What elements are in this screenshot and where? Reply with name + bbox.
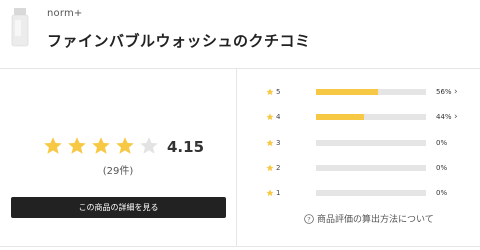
star-icon bbox=[266, 189, 274, 197]
distribution-star-label: 5 bbox=[276, 88, 281, 96]
star-empty-icon bbox=[140, 137, 158, 154]
distribution-row[interactable]: 4 44% › bbox=[264, 111, 474, 123]
distribution-percent: 0% bbox=[436, 139, 448, 147]
distribution-bar bbox=[316, 114, 426, 120]
distribution-bar-fill bbox=[316, 89, 378, 95]
page-title: ファインバブルウォッシュのクチコミ bbox=[47, 32, 311, 50]
distribution-percent: 56% bbox=[436, 88, 452, 96]
divider bbox=[0, 246, 480, 247]
star-icon bbox=[266, 139, 274, 147]
distribution-row: 2 0% bbox=[264, 162, 474, 174]
divider bbox=[0, 68, 480, 69]
divider bbox=[236, 69, 237, 246]
chevron-right-icon[interactable]: › bbox=[454, 86, 458, 98]
distribution-bar bbox=[316, 190, 426, 196]
star-filled-icon bbox=[44, 137, 62, 154]
rating-method-label[interactable]: 商品評価の算出方法について bbox=[317, 212, 434, 225]
distribution-row[interactable]: 5 56% › bbox=[264, 86, 474, 98]
star-filled-icon bbox=[92, 137, 110, 154]
distribution-bar bbox=[316, 165, 426, 171]
review-count: (29件) bbox=[102, 166, 134, 177]
distribution-star-label: 1 bbox=[276, 189, 281, 197]
distribution-percent: 0% bbox=[436, 189, 448, 197]
distribution-bar bbox=[316, 89, 426, 95]
distribution-row: 1 0% bbox=[264, 187, 474, 199]
average-rating: 4.15 bbox=[167, 138, 205, 156]
star-filled-icon bbox=[68, 137, 86, 154]
star-icon bbox=[266, 164, 274, 172]
brand-name[interactable]: norm+ bbox=[47, 8, 83, 19]
distribution-percent: 0% bbox=[436, 164, 448, 172]
review-header: norm+ ファインバブルウォッシュのクチコミ bbox=[0, 0, 480, 66]
distribution-star-label: 4 bbox=[276, 113, 281, 121]
distribution-percent: 44% bbox=[436, 113, 452, 121]
rating-stars bbox=[43, 136, 159, 156]
product-thumbnail[interactable] bbox=[11, 8, 29, 48]
svg-text:?: ? bbox=[307, 215, 310, 223]
star-icon bbox=[266, 88, 274, 96]
star-filled-icon bbox=[116, 137, 134, 154]
distribution-bar-fill bbox=[316, 114, 365, 120]
distribution-row: 3 0% bbox=[264, 137, 474, 149]
question-circle-icon: ? bbox=[304, 213, 314, 224]
product-detail-button[interactable]: この商品の詳細を見る bbox=[11, 197, 226, 218]
distribution-bar bbox=[316, 140, 426, 146]
chevron-right-icon[interactable]: › bbox=[454, 111, 458, 123]
rating-method-link[interactable]: ? 商品評価の算出方法について bbox=[304, 212, 434, 225]
distribution-star-label: 2 bbox=[276, 164, 281, 172]
star-icon bbox=[266, 113, 274, 121]
distribution-star-label: 3 bbox=[276, 139, 281, 147]
